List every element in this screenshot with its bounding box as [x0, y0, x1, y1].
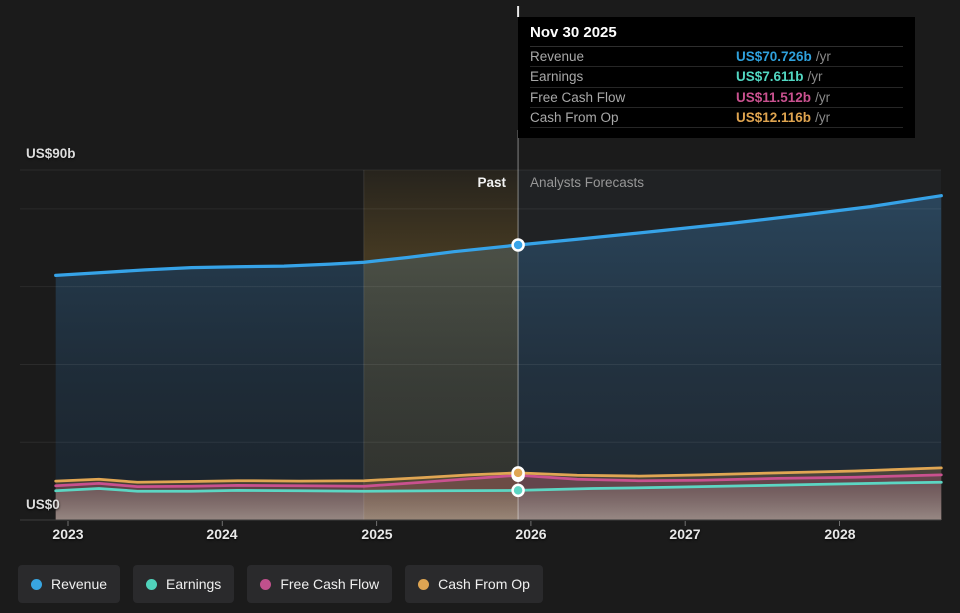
x-tick-2028: 2028 [824, 526, 856, 542]
tooltip-label: Revenue [530, 49, 585, 65]
legend-item-free-cash-flow[interactable]: Free Cash Flow [247, 565, 393, 603]
tooltip-row-earnings: Earnings US$7.611b /yr [530, 67, 903, 88]
tooltip-value: US$11.512b [736, 89, 812, 105]
tooltip-suffix: /yr [807, 69, 823, 85]
tooltip-row-free-cash-flow: Free Cash Flow US$11.512b /yr [530, 88, 903, 108]
legend: Revenue Earnings Free Cash Flow Cash Fro… [18, 565, 543, 603]
cash-from-op-marker[interactable] [511, 466, 525, 480]
revenue-marker[interactable] [511, 238, 525, 252]
earnings-marker[interactable] [511, 483, 525, 498]
legend-label: Earnings [166, 576, 222, 592]
legend-item-cash-from-op[interactable]: Cash From Op [405, 565, 543, 603]
tooltip-suffix: /yr [815, 110, 831, 126]
chart-panel: US$90b US$0 2023 2024 2025 2026 2027 202… [0, 0, 960, 613]
tooltip-suffix: /yr [815, 89, 831, 105]
cash-from-op-dot-icon [418, 578, 430, 590]
past-label: Past [477, 175, 506, 190]
analysts-forecasts-label: Analysts Forecasts [530, 175, 645, 190]
legend-label: Free Cash Flow [280, 576, 380, 592]
tooltip-date: Nov 30 2025 [530, 17, 903, 47]
tooltip-suffix: /yr [815, 49, 831, 65]
earnings-dot-icon [146, 578, 158, 590]
legend-label: Cash From Op [438, 576, 530, 592]
tooltip-row-cash-from-op: Cash From Op US$12.116b /yr [530, 108, 903, 129]
legend-item-earnings[interactable]: Earnings [133, 565, 235, 603]
tooltip-value: US$70.726b [736, 49, 812, 65]
x-tick-2026: 2026 [515, 526, 547, 542]
y-axis-label-top: US$90b [26, 146, 76, 161]
past-year-band [363, 170, 519, 520]
x-tick-2025: 2025 [361, 526, 393, 542]
hover-tooltip: Nov 30 2025 Revenue US$70.726b /yr Earni… [518, 17, 915, 138]
x-tick-2023: 2023 [52, 526, 84, 542]
revenue-dot-icon [31, 578, 42, 590]
tooltip-value: US$12.116b [736, 110, 812, 126]
y-axis-label-zero: US$0 [26, 497, 60, 512]
legend-item-revenue[interactable]: Revenue [18, 565, 121, 603]
tooltip-label: Cash From Op [530, 110, 619, 126]
x-tick-2024: 2024 [206, 526, 238, 542]
tooltip-label: Earnings [530, 69, 584, 85]
tooltip-label: Free Cash Flow [530, 89, 626, 105]
free-cash-flow-dot-icon [260, 578, 272, 590]
tooltip-value: US$7.611b [736, 69, 804, 85]
legend-label: Revenue [51, 576, 108, 592]
x-tick-2027: 2027 [669, 526, 701, 542]
tooltip-row-revenue: Revenue US$70.726b /yr [530, 47, 903, 68]
